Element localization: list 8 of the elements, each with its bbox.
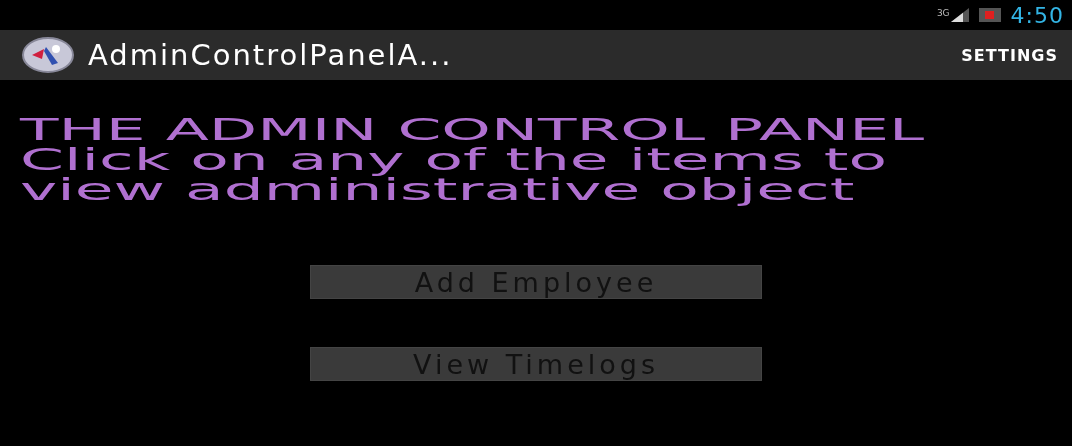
battery-icon: [978, 8, 1001, 22]
app-logo-icon: [22, 37, 74, 73]
app-title: AdminControlPanelA...: [88, 38, 453, 72]
settings-button[interactable]: SETTINGS: [959, 41, 1060, 69]
intro-text: THE ADMIN CONTROL PANEL Click on any of the items to view administrative object: [20, 115, 926, 205]
clock-time: 4:50: [1010, 2, 1064, 28]
signal-icon: [950, 8, 969, 22]
network-label: 3G: [936, 8, 950, 18]
